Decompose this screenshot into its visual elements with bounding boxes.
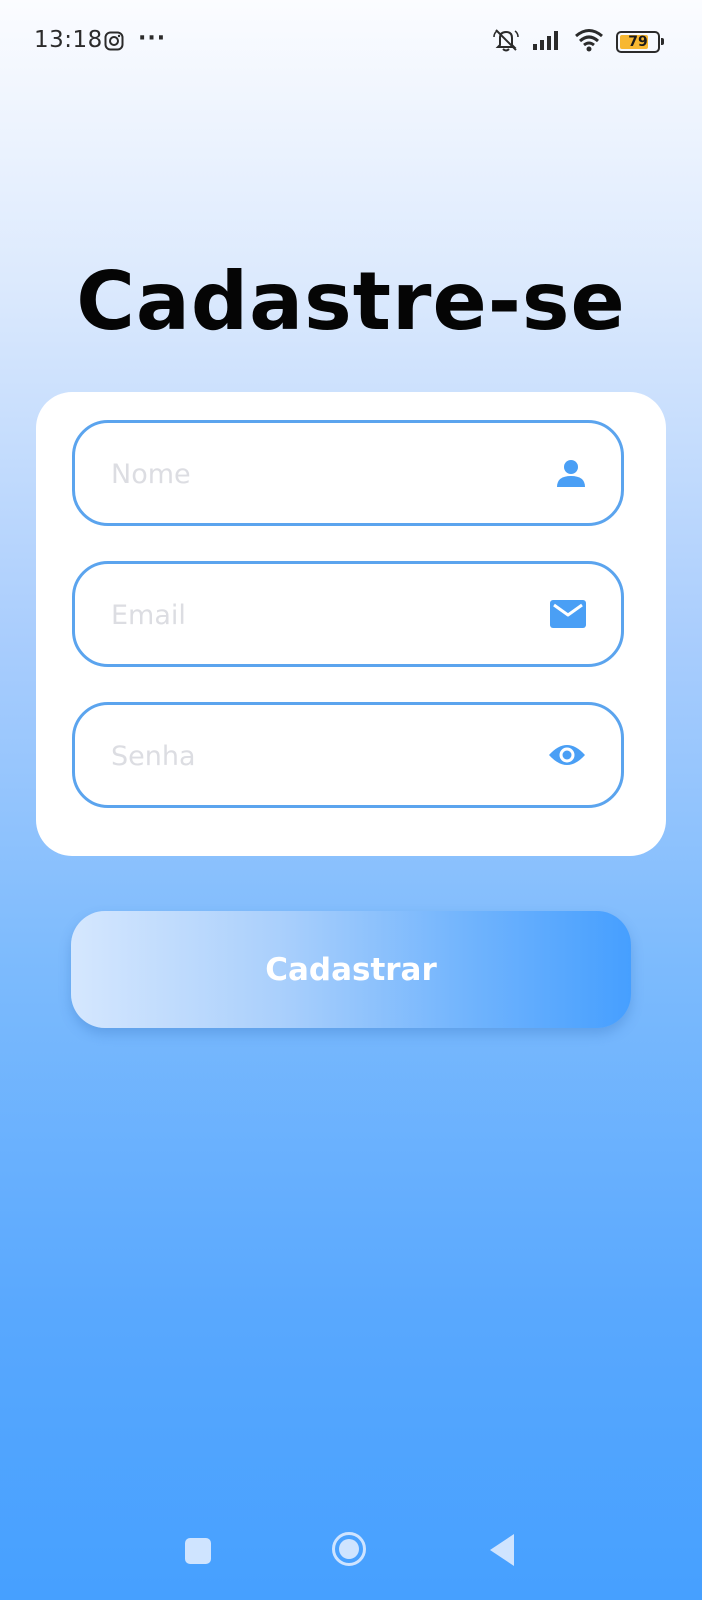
instagram-icon [104, 31, 124, 51]
name-input[interactable] [109, 423, 533, 525]
wifi-icon [574, 28, 604, 56]
battery-level: 79 [628, 34, 648, 50]
name-field[interactable] [72, 420, 624, 526]
email-input[interactable] [109, 564, 533, 666]
cadastrar-button[interactable]: Cadastrar [71, 911, 631, 1028]
system-nav-bar [0, 1520, 702, 1600]
email-field[interactable] [72, 561, 624, 667]
password-input[interactable] [109, 705, 533, 807]
eye-icon[interactable] [547, 741, 587, 769]
status-time: 13:18 [34, 27, 103, 53]
page-title: Cadastre-se [76, 255, 626, 348]
mail-icon [549, 598, 587, 630]
signup-form-card [36, 392, 666, 856]
status-bar: 13:18 ··· 79 [0, 0, 702, 84]
signal-icon [532, 29, 562, 55]
more-dots-icon: ··· [138, 26, 167, 51]
muted-bell-icon [492, 27, 520, 57]
password-field[interactable] [72, 702, 624, 808]
recents-square-icon[interactable] [185, 1538, 211, 1564]
home-circle-icon[interactable] [332, 1532, 366, 1566]
person-icon [555, 457, 587, 489]
back-triangle-icon[interactable] [490, 1534, 514, 1566]
battery-icon: 79 [616, 31, 664, 53]
system-status-icons: 79 [492, 27, 664, 57]
